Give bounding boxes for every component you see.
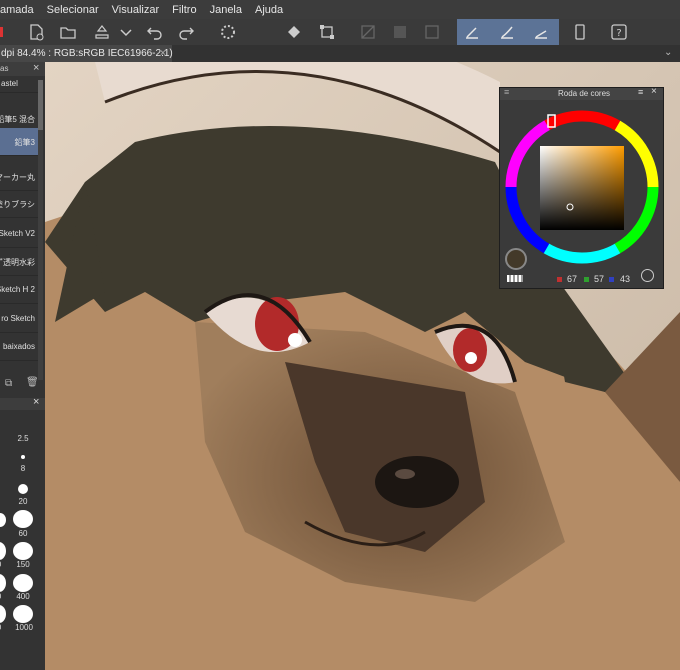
size-label: 0 (0, 623, 9, 632)
panel-title: Roda de cores (558, 89, 611, 98)
loading-icon[interactable] (218, 22, 238, 42)
green-value: 57 (594, 274, 605, 284)
blue-indicator (609, 277, 614, 282)
menu-bar: amada Selecionar Visualizar Filtro Janel… (0, 0, 680, 19)
help-icon[interactable]: ? (609, 22, 629, 42)
close-icon[interactable]: × (651, 86, 657, 97)
size-label: 0 (0, 592, 9, 601)
brush-size-header: × (0, 396, 45, 410)
size-preset[interactable] (18, 484, 28, 494)
close-icon[interactable]: × (160, 45, 166, 62)
menu-item-window[interactable]: Janela (210, 4, 242, 16)
chevron-down-icon[interactable] (116, 22, 136, 42)
color-wheel[interactable] (503, 107, 661, 267)
brush-item[interactable]: Sketch H 2 (0, 276, 38, 304)
size-label: 0 (0, 560, 9, 569)
tab-title: dpi 84.4% : RGB:sRGB IEC61966-2.1) (1, 48, 173, 59)
grip-icon[interactable]: ≡ (504, 87, 509, 97)
size-preset[interactable] (0, 513, 6, 527)
size-label: 8 (20, 464, 26, 473)
size-preset[interactable] (0, 542, 6, 560)
fill-layer-icon[interactable] (390, 22, 410, 42)
brush-item[interactable]: ず透明水彩 (0, 248, 38, 276)
size-preset[interactable] (13, 605, 33, 623)
document-tab[interactable]: dpi 84.4% : RGB:sRGB IEC61966-2.1) × (0, 45, 173, 62)
new-file-icon[interactable] (26, 22, 46, 42)
brush-item-selected[interactable]: 鉛筆3 (0, 128, 38, 156)
color-wheel-panel: ≡ Roda de cores ≡ × 67 57 43 (499, 86, 664, 289)
menu-item-animation[interactable]: amada (0, 4, 34, 16)
size-label: 1000 (15, 623, 33, 632)
current-color-swatch[interactable] (505, 248, 527, 270)
menu-item-view[interactable]: Visualizar (112, 4, 160, 16)
brush-group-label[interactable]: astel (0, 76, 38, 93)
mask-icon[interactable] (422, 22, 442, 42)
red-indicator (557, 277, 562, 282)
close-icon[interactable]: × (33, 62, 39, 74)
open-folder-icon[interactable] (58, 22, 78, 42)
size-preset[interactable] (13, 574, 33, 592)
export-icon[interactable] (92, 22, 112, 42)
line-stabilizer-icon[interactable] (531, 22, 551, 42)
size-label: 20 (18, 497, 28, 506)
brush-item[interactable]: ro Sketch (0, 305, 38, 333)
fill-icon[interactable] (284, 22, 304, 42)
pen-stabilizer-icon[interactable] (462, 22, 482, 42)
menu-item-filter[interactable]: Filtro (172, 4, 196, 16)
size-label: 2.5 (17, 434, 29, 443)
menu-item-select[interactable]: Selecionar (47, 4, 99, 16)
size-preset[interactable] (21, 455, 25, 459)
scrollbar[interactable] (38, 80, 43, 380)
clear-icon[interactable] (358, 22, 378, 42)
brush-item[interactable]: マーカー丸 (0, 163, 38, 191)
svg-text:?: ? (616, 28, 621, 39)
transform-icon[interactable] (317, 22, 337, 42)
panel-title: as (0, 64, 9, 73)
menu-item-help[interactable]: Ajuda (255, 4, 283, 16)
brush-item[interactable]: 塗りブラシ (0, 190, 38, 218)
color-wheel-header: ≡ Roda de cores ≡ × (500, 86, 663, 100)
smartphone-icon[interactable] (570, 22, 590, 42)
red-value: 67 (567, 274, 578, 284)
brush-item[interactable]: baixados (0, 333, 38, 361)
blue-value: 43 (620, 274, 631, 284)
close-icon[interactable]: × (33, 396, 39, 408)
command-bar: ? (0, 19, 680, 46)
redo-icon[interactable] (176, 22, 196, 42)
size-label: 400 (16, 592, 30, 601)
brush-panel: as × astel 鉛筆5 混合 鉛筆3 マーカー丸 塗りブラシ Sketch… (0, 62, 45, 670)
document-tab-bar: dpi 84.4% : RGB:sRGB IEC61966-2.1) × ⌄ (0, 45, 680, 63)
size-preset[interactable] (0, 605, 6, 623)
transparent-swatch[interactable] (507, 275, 523, 282)
scrollbar-thumb[interactable] (38, 80, 43, 130)
size-preset[interactable] (0, 574, 6, 592)
play-icon[interactable] (641, 269, 654, 282)
size-preset[interactable] (13, 510, 33, 528)
chevron-down-icon[interactable]: ⌄ (664, 47, 672, 58)
app-icon[interactable] (0, 22, 20, 42)
brush-panel-header: as × (0, 62, 45, 76)
brush-item[interactable]: Sketch V2 (0, 220, 38, 248)
menu-icon[interactable]: ≡ (638, 87, 643, 97)
undo-icon[interactable] (145, 22, 165, 42)
brush-stabilizer-icon[interactable] (497, 22, 517, 42)
size-preset[interactable] (13, 542, 33, 560)
green-indicator (584, 277, 589, 282)
duplicate-icon[interactable]: ⧉ (5, 378, 12, 389)
trash-icon[interactable]: 🗑 (26, 377, 39, 388)
size-label: 60 (18, 529, 28, 538)
size-label: 150 (16, 560, 30, 569)
